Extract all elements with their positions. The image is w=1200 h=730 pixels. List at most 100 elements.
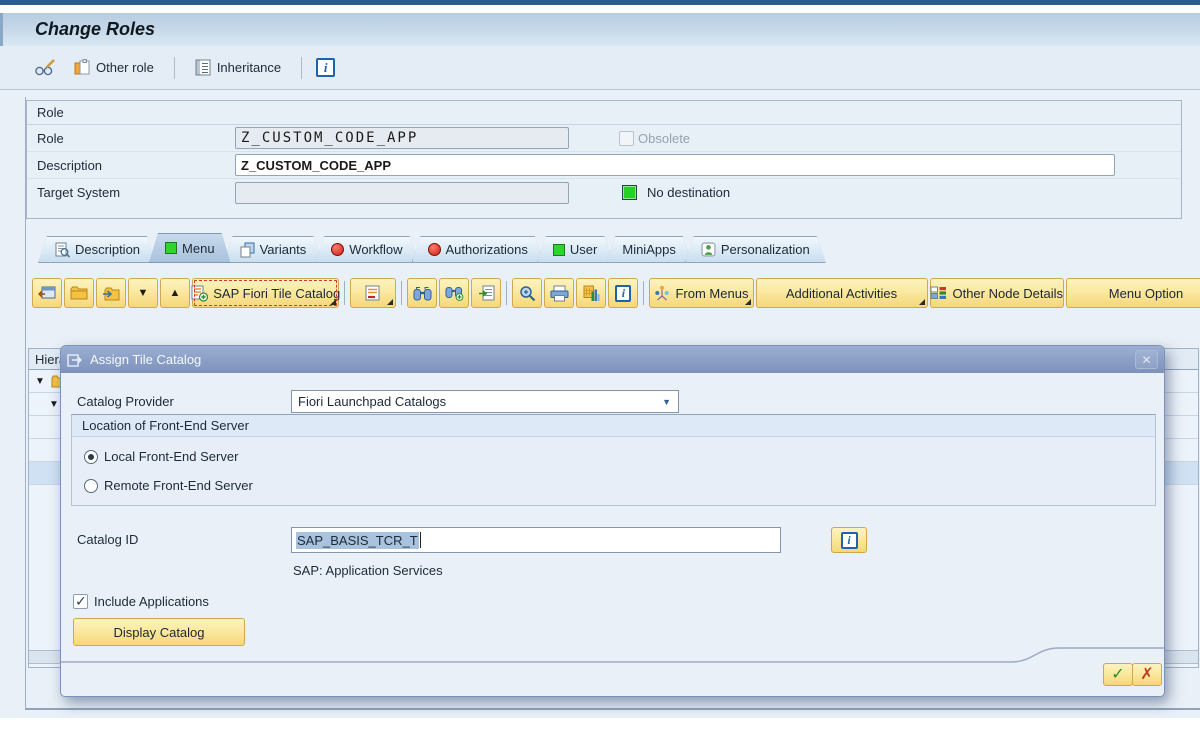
- role-row: Role Obsolete: [27, 125, 1181, 152]
- cancel-button[interactable]: ✗: [1132, 663, 1162, 686]
- bottom-margin: [0, 718, 1200, 730]
- move-up-button[interactable]: ▲: [160, 278, 190, 308]
- title-bar: Change Roles: [0, 13, 1200, 46]
- role-label: Role: [27, 131, 235, 146]
- other-node-details-button[interactable]: Other Node Details: [930, 278, 1065, 308]
- tab-variants[interactable]: Variants: [224, 236, 323, 263]
- local-server-label: Local Front-End Server: [104, 449, 238, 464]
- other-role-button[interactable]: Other role: [68, 56, 160, 79]
- obsolete-checkbox[interactable]: [619, 131, 634, 146]
- find-button[interactable]: [407, 278, 437, 308]
- dropdown-corner-icon: [330, 299, 336, 305]
- inheritance-button[interactable]: Inheritance: [189, 56, 287, 79]
- chart-icon: [583, 285, 600, 302]
- translate-node-button[interactable]: [471, 278, 501, 308]
- tab-user[interactable]: User: [537, 236, 613, 263]
- role-field[interactable]: [235, 127, 569, 149]
- insert-folder-button[interactable]: [96, 278, 126, 308]
- assign-tile-catalog-dialog: Assign Tile Catalog ✕ Catalog Provider F…: [60, 345, 1165, 697]
- remote-server-option[interactable]: Remote Front-End Server: [84, 478, 253, 493]
- checkbox-checked-icon[interactable]: [73, 594, 88, 609]
- application-toolbar: Other role Inheritance i: [0, 46, 1200, 90]
- catalog-description: SAP: Application Services: [293, 563, 443, 578]
- tab-authorizations[interactable]: Authorizations: [412, 236, 544, 263]
- expanded-node-icon[interactable]: ▼: [35, 376, 45, 387]
- dialog-body: Catalog Provider Fiori Launchpad Catalog…: [61, 373, 1164, 696]
- tab-label: Menu: [182, 241, 215, 256]
- location-group-title: Location of Front-End Server: [72, 415, 1155, 437]
- copy-sheets-icon: [240, 242, 255, 258]
- from-menus-label: From Menus: [675, 286, 748, 301]
- move-down-button[interactable]: ▼: [128, 278, 158, 308]
- description-row: Description: [27, 152, 1181, 179]
- other-node-details-label: Other Node Details: [952, 286, 1063, 301]
- status-led-green: [622, 185, 637, 200]
- radio-unselected-icon[interactable]: [84, 479, 98, 493]
- tab-menu[interactable]: Menu: [149, 233, 231, 263]
- page-title: Change Roles: [35, 19, 155, 40]
- catalog-id-value: SAP_BASIS_TCR_T: [296, 532, 419, 549]
- dialog-export-icon: [67, 353, 83, 367]
- display-catalog-label: Display Catalog: [113, 625, 204, 640]
- node-info-button[interactable]: i: [608, 278, 638, 308]
- role-group-box: Role Role Obsolete Description Target Sy…: [26, 100, 1182, 219]
- confirm-button[interactable]: ✓: [1103, 663, 1133, 686]
- binoculars-plus-icon: [445, 285, 464, 301]
- tab-label: Workflow: [349, 242, 402, 257]
- tab-description[interactable]: Description: [38, 236, 156, 263]
- toolbar-separator: [506, 281, 507, 305]
- glasses-pen-icon: [34, 58, 56, 77]
- tab-label: User: [570, 242, 597, 257]
- print-button[interactable]: [544, 278, 574, 308]
- tab-strip: Description Menu Variants: [26, 233, 1200, 263]
- catalog-id-label: Catalog ID: [77, 532, 138, 547]
- additional-activities-label: Additional Activities: [786, 286, 897, 301]
- dialog-title: Assign Tile Catalog: [90, 352, 201, 367]
- radio-selected-icon[interactable]: [84, 450, 98, 464]
- zoom-button[interactable]: [512, 278, 542, 308]
- list-plus-icon: [191, 285, 208, 302]
- catalog-button-label: SAP Fiori Tile Catalog: [213, 286, 340, 301]
- close-icon[interactable]: ✕: [1135, 350, 1158, 369]
- dialog-footer-divider: [61, 643, 1164, 669]
- catalog-provider-dropdown[interactable]: Fiori Launchpad Catalogs ▼: [291, 390, 679, 413]
- include-applications-option[interactable]: Include Applications: [73, 594, 209, 609]
- chart-button[interactable]: [576, 278, 606, 308]
- info-icon[interactable]: i: [316, 58, 335, 77]
- catalog-provider-label: Catalog Provider: [77, 394, 174, 409]
- catalog-id-field[interactable]: SAP_BASIS_TCR_T: [291, 527, 781, 553]
- expanded-node-icon[interactable]: ▼: [49, 399, 59, 410]
- tab-label: Variants: [260, 242, 307, 257]
- no-destination-label: No destination: [647, 185, 730, 200]
- display-catalog-button[interactable]: Display Catalog: [73, 618, 245, 646]
- from-menus-button[interactable]: From Menus: [649, 278, 753, 308]
- description-label: Description: [27, 158, 235, 173]
- red-circle-icon: [428, 243, 441, 256]
- transaction-button[interactable]: [32, 278, 62, 308]
- catalog-provider-value: Fiori Launchpad Catalogs: [298, 394, 446, 409]
- create-folder-button[interactable]: [64, 278, 94, 308]
- menu-options-label: Menu Option: [1109, 286, 1183, 301]
- location-group-box: Location of Front-End Server Local Front…: [71, 414, 1156, 506]
- tab-personalization[interactable]: Personalization: [685, 236, 826, 263]
- dialog-title-bar[interactable]: Assign Tile Catalog ✕: [61, 346, 1164, 373]
- description-field[interactable]: [235, 154, 1115, 176]
- person-icon: [701, 242, 716, 257]
- additional-activities-button[interactable]: Additional Activities: [756, 278, 928, 308]
- catalog-info-button[interactable]: i: [831, 527, 867, 553]
- target-system-field[interactable]: [235, 182, 569, 204]
- local-server-option[interactable]: Local Front-End Server: [84, 449, 238, 464]
- move-down-icon: ▼: [138, 288, 149, 299]
- folder-icon: [70, 286, 88, 300]
- menu-options-button[interactable]: Menu Option: [1066, 278, 1200, 308]
- tab-workflow[interactable]: Workflow: [315, 236, 418, 263]
- toolbar-separator: [301, 57, 302, 79]
- tab-miniapps[interactable]: MiniApps: [606, 236, 691, 263]
- target-system-row: Target System No destination: [27, 179, 1181, 206]
- find-next-button[interactable]: [439, 278, 469, 308]
- display-change-toggle-button[interactable]: [28, 55, 62, 80]
- sap-fiori-tile-catalog-button[interactable]: SAP Fiori Tile Catalog: [192, 278, 339, 308]
- check-icon: ✓: [1111, 667, 1124, 683]
- window-arrow-icon: [38, 285, 56, 301]
- delete-node-button[interactable]: [350, 278, 396, 308]
